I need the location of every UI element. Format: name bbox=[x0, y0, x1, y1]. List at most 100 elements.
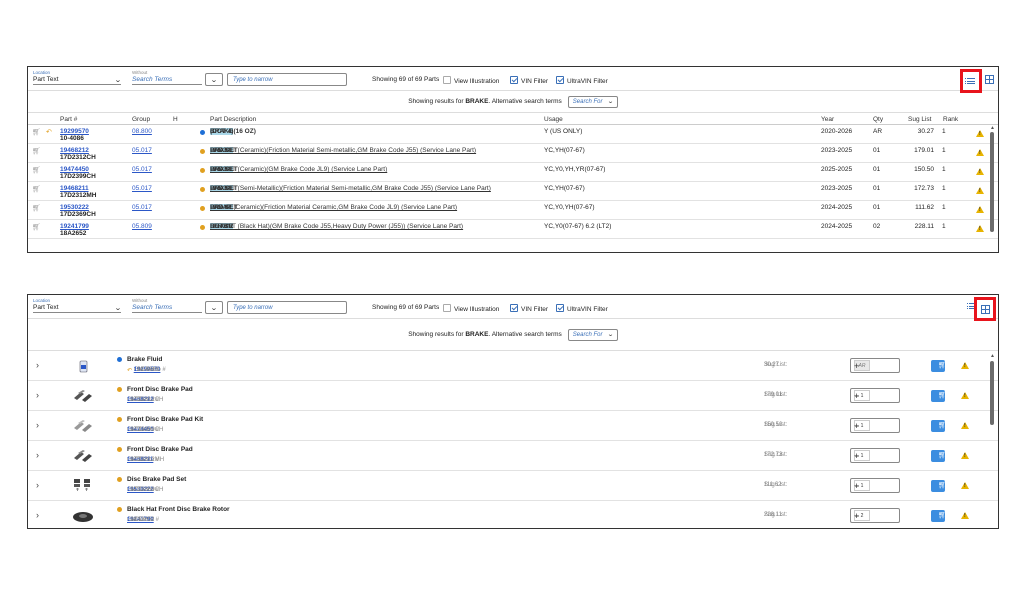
table-row[interactable]: 🛒︎↶1929957010-408608.800FLUID, BRAKE (DO… bbox=[28, 125, 998, 144]
add-to-cart-button[interactable]: 🛒︎ bbox=[931, 480, 947, 492]
scroll-up-icon[interactable]: ▲ bbox=[990, 125, 995, 131]
add-to-cart-button[interactable]: 🛒︎ bbox=[931, 510, 947, 522]
without-dropdown-button[interactable]: ⌄ bbox=[205, 73, 223, 86]
cart-icon[interactable]: 🛒︎ bbox=[32, 223, 41, 231]
group-link[interactable]: 05.809 bbox=[132, 223, 152, 230]
narrow-input[interactable]: Type to narrow bbox=[227, 301, 347, 314]
part-name[interactable]: Front Disc Brake Pad Kit bbox=[127, 416, 203, 423]
table-row[interactable]: 🛒︎1924179918A265205.809DISC BRAKE ROTOR,… bbox=[28, 220, 998, 239]
location-select[interactable]: Location Part Text ⌄ bbox=[33, 70, 122, 85]
expand-chevron-icon[interactable]: › bbox=[36, 420, 39, 430]
plus-icon[interactable]: + bbox=[854, 421, 859, 431]
col-description[interactable]: Part Description bbox=[210, 116, 256, 123]
plus-icon[interactable]: + bbox=[854, 451, 859, 461]
cart-icon[interactable]: 🛒︎ bbox=[32, 204, 41, 212]
card-view-button[interactable] bbox=[974, 297, 996, 321]
warning-icon[interactable] bbox=[961, 452, 969, 459]
without-dropdown-button[interactable]: ⌄ bbox=[205, 301, 223, 314]
col-sug-list[interactable]: Sug List bbox=[908, 116, 932, 123]
table-row[interactable]: 🛒︎1946821117D2312MH05.017DISC BRAKE PAD … bbox=[28, 182, 998, 201]
quantity-stepper[interactable]: −1 + bbox=[850, 388, 900, 403]
part-number-link[interactable]: 19474450 bbox=[60, 166, 89, 173]
add-to-cart-button[interactable]: 🛒︎ bbox=[931, 420, 947, 432]
ultravin-filter-toggle[interactable]: UltraVIN Filter bbox=[556, 76, 608, 85]
scroll-up-icon[interactable]: ▲ bbox=[990, 353, 995, 359]
scrollbar[interactable] bbox=[990, 361, 994, 425]
card-view-button[interactable] bbox=[985, 75, 994, 84]
col-rank[interactable]: Rank bbox=[943, 116, 958, 123]
col-part[interactable]: Part # bbox=[60, 116, 77, 123]
warning-icon[interactable] bbox=[976, 149, 984, 156]
part-number-link[interactable]: 19530222 bbox=[60, 204, 89, 211]
part-number-link[interactable]: 19241799 bbox=[60, 223, 89, 230]
plus-icon[interactable]: + bbox=[854, 391, 859, 401]
part-card[interactable]: › Front Disc Brake Pad GM # 19468211 ACDel… bbox=[28, 441, 998, 471]
plus-icon[interactable]: + bbox=[854, 511, 859, 521]
expand-chevron-icon[interactable]: › bbox=[36, 360, 39, 370]
without-input[interactable]: Search Terms bbox=[132, 76, 172, 83]
group-link[interactable]: 05.017 bbox=[132, 185, 152, 192]
warning-icon[interactable] bbox=[961, 482, 969, 489]
warning-icon[interactable] bbox=[961, 392, 969, 399]
quantity-stepper[interactable]: −2 + bbox=[850, 508, 900, 523]
part-card[interactable]: › Brake Fluid ↶ GM # 19299570 ACDelco # 10… bbox=[28, 351, 998, 381]
group-link[interactable]: 05.017 bbox=[132, 166, 152, 173]
cart-icon[interactable]: 🛒︎ bbox=[32, 185, 41, 193]
without-field[interactable]: Without Search Terms bbox=[132, 70, 202, 85]
part-name[interactable]: Disc Brake Pad Set bbox=[127, 476, 186, 483]
col-group[interactable]: Group bbox=[132, 116, 150, 123]
group-link[interactable]: 05.017 bbox=[132, 147, 152, 154]
location-select[interactable]: Location Part Text ⌄ bbox=[33, 298, 122, 313]
part-name[interactable]: Black Hat Front Disc Brake Rotor bbox=[127, 506, 230, 513]
table-row[interactable]: 🛒︎1953022217D2369CH05.017DISC BRAKE PAD … bbox=[28, 201, 998, 220]
warning-icon[interactable] bbox=[961, 422, 969, 429]
warning-icon[interactable] bbox=[976, 130, 984, 137]
part-card[interactable]: › Black Hat Front Disc Brake Rotor GM # 19… bbox=[28, 501, 998, 528]
quantity-stepper[interactable]: −1 + bbox=[850, 418, 900, 433]
part-number-link[interactable]: 19468211 bbox=[60, 185, 89, 192]
col-usage[interactable]: Usage bbox=[544, 116, 563, 123]
alternative-search-select[interactable]: Search For ⌄ bbox=[567, 95, 618, 108]
part-name[interactable]: Front Disc Brake Pad bbox=[127, 386, 193, 393]
expand-chevron-icon[interactable]: › bbox=[36, 480, 39, 490]
table-row[interactable]: 🛒︎1946821217D2312CH05.017DISC BRAKE PAD … bbox=[28, 144, 998, 163]
plus-icon[interactable]: + bbox=[854, 481, 859, 491]
warning-icon[interactable] bbox=[976, 206, 984, 213]
plus-icon[interactable]: + bbox=[854, 361, 859, 371]
part-number-link[interactable]: 19468212 bbox=[60, 147, 89, 154]
part-number-link[interactable]: 19299570 bbox=[60, 128, 89, 135]
col-year[interactable]: Year bbox=[821, 116, 834, 123]
col-qty[interactable]: Qty bbox=[873, 116, 883, 123]
without-input[interactable]: Search Terms bbox=[132, 304, 172, 311]
without-field[interactable]: Without Search Terms bbox=[132, 298, 202, 313]
list-view-button[interactable] bbox=[960, 69, 982, 93]
add-to-cart-button[interactable]: 🛒︎ bbox=[931, 450, 947, 462]
group-link[interactable]: 08.800 bbox=[132, 128, 152, 135]
vin-filter-toggle[interactable]: VIN Filter bbox=[510, 304, 548, 313]
cart-icon[interactable]: 🛒︎ bbox=[32, 128, 41, 136]
quantity-stepper[interactable]: −AR+ bbox=[850, 358, 900, 373]
part-name[interactable]: Front Disc Brake Pad bbox=[127, 446, 193, 453]
ultravin-filter-toggle[interactable]: UltraVIN Filter bbox=[556, 304, 608, 313]
alternative-search-select[interactable]: Search For ⌄ bbox=[567, 328, 618, 341]
add-to-cart-button[interactable]: 🛒︎ bbox=[931, 360, 947, 372]
part-card[interactable]: › Disc Brake Pad Set GM # 19530222 ACDelco… bbox=[28, 471, 998, 501]
quantity-stepper[interactable]: −1 + bbox=[850, 478, 900, 493]
part-name[interactable]: Brake Fluid bbox=[127, 356, 162, 363]
expand-chevron-icon[interactable]: › bbox=[36, 390, 39, 400]
col-h[interactable]: H bbox=[173, 116, 178, 123]
warning-icon[interactable] bbox=[976, 187, 984, 194]
table-row[interactable]: 🛒︎1947445017D2399CH05.017DISC BRAKE PAD … bbox=[28, 163, 998, 182]
narrow-input[interactable]: Type to narrow bbox=[227, 73, 347, 86]
scrollbar[interactable] bbox=[990, 132, 994, 232]
expand-chevron-icon[interactable]: › bbox=[36, 450, 39, 460]
vin-filter-toggle[interactable]: VIN Filter bbox=[510, 76, 548, 85]
view-illustration-toggle[interactable]: View Illustration bbox=[443, 304, 499, 313]
part-card[interactable]: › Front Disc Brake Pad Kit GM # 19474450 A… bbox=[28, 411, 998, 441]
cart-icon[interactable]: 🛒︎ bbox=[32, 166, 41, 174]
group-link[interactable]: 05.017 bbox=[132, 204, 152, 211]
cart-icon[interactable]: 🛒︎ bbox=[32, 147, 41, 155]
history-icon[interactable]: ↶ bbox=[46, 128, 52, 136]
warning-icon[interactable] bbox=[961, 362, 969, 369]
quantity-stepper[interactable]: −1 + bbox=[850, 448, 900, 463]
